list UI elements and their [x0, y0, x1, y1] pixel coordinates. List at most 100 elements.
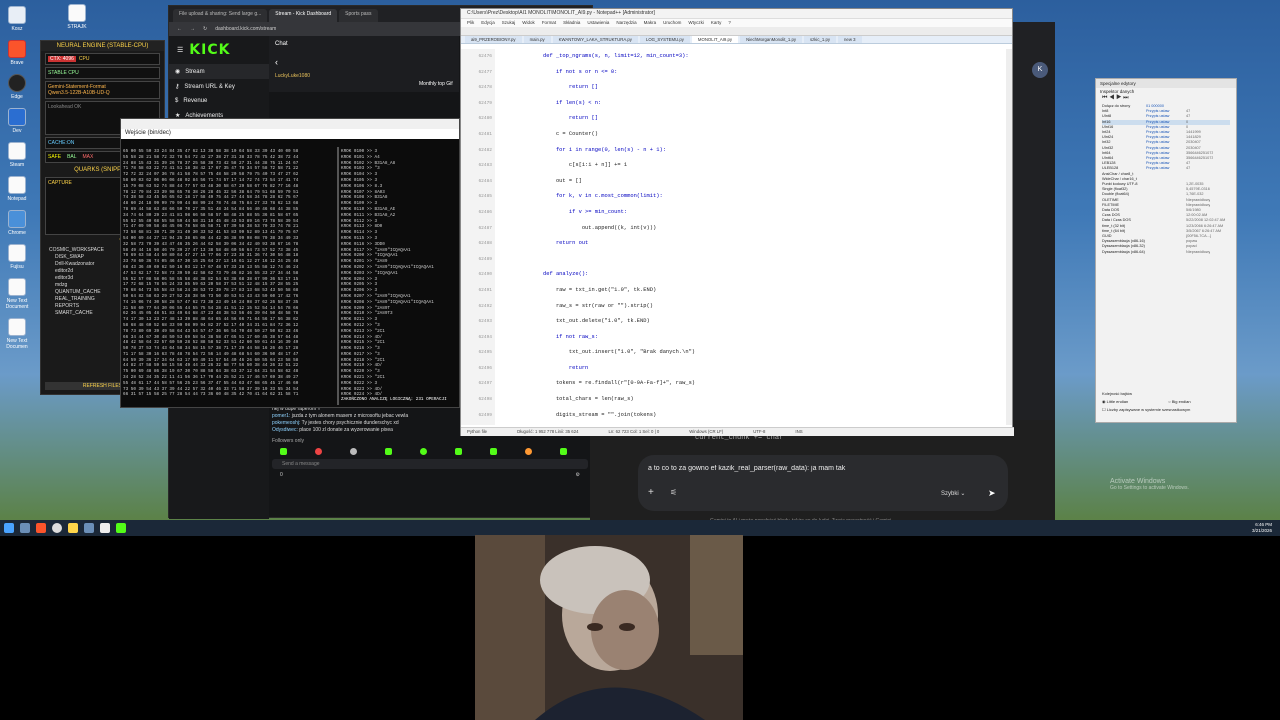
desktop-icon[interactable]: Fujisu	[2, 244, 32, 270]
start-icon[interactable]	[4, 523, 14, 533]
forward-icon[interactable]: →	[190, 26, 195, 32]
menu-item[interactable]: ?	[728, 20, 731, 26]
bal-toggle[interactable]: BAL	[67, 154, 76, 160]
code-line: raw_s = str(raw or "").strip()	[543, 302, 653, 309]
menu-item[interactable]: Format	[542, 20, 556, 26]
first-icon[interactable]: ⏮	[1102, 95, 1107, 101]
hex-input-area[interactable]: 65 00 55 50 33 24 84 35 47 62 13 38 58 3…	[123, 149, 335, 405]
big-endian-radio[interactable]: ○ Big endian	[1168, 399, 1190, 404]
emote-icon[interactable]	[560, 448, 567, 455]
desktop-icon[interactable]: New Text Document	[2, 278, 32, 310]
chat-count: 0	[280, 472, 283, 478]
taskbar-app-icon[interactable]	[20, 523, 30, 533]
menu-item[interactable]: Widok	[522, 20, 535, 26]
editor-tab[interactable]: ai9_PRZEROBIONY.py	[465, 36, 522, 43]
menu-item[interactable]: Narzędzia	[616, 20, 636, 26]
desktop-icon[interactable]: Chrome	[2, 210, 32, 236]
sidebar-item-stream-key[interactable]: ⚷ Stream URL & Key	[169, 79, 269, 94]
chat-input[interactable]: Send a message	[272, 459, 588, 469]
menu-item[interactable]: Uruchom	[663, 20, 681, 26]
plus-icon[interactable]: +	[648, 487, 654, 498]
gemini-input-text[interactable]: a to co to za gowno ef kazik_real_parser…	[648, 465, 998, 472]
analyzer-input-label: Wejście (bin/dec)	[121, 129, 459, 139]
dev-icon	[8, 108, 26, 126]
taskbar-app-icon[interactable]	[100, 523, 110, 533]
inspector-row[interactable]: Dyssasemblacja (x86-64) Nieprawidłowy	[1102, 250, 1230, 255]
code-area[interactable]: def _top_ngrams(s, n, limit=12, min_coun…	[543, 49, 998, 425]
max-toggle[interactable]: MAX	[83, 154, 94, 160]
emote-icon[interactable]	[525, 448, 532, 455]
desktop-icon[interactable]: Kosz	[2, 6, 32, 32]
desktop-icon[interactable]: STRAJK	[62, 4, 92, 30]
line-number: 62482	[478, 147, 492, 153]
ctx-badge[interactable]: CTX: 4096	[48, 56, 76, 62]
emote-icon[interactable]	[280, 448, 287, 455]
model-box[interactable]: Gemini-Statement-Format Qwen3.5-122B-A10…	[45, 81, 160, 99]
activate-subtitle: Go to Settings to activate Windows.	[1110, 485, 1189, 491]
safe-toggle[interactable]: SAFE	[48, 154, 61, 160]
send-icon[interactable]: ➤	[988, 488, 996, 499]
reload-icon[interactable]: ↻	[203, 26, 207, 32]
taskbar-app-icon[interactable]	[84, 523, 94, 533]
next-icon[interactable]: ▶	[1116, 95, 1121, 101]
prev-icon[interactable]: ◀	[1109, 95, 1114, 101]
chat-back-icon[interactable]: ‹	[275, 57, 453, 67]
taskbar-app-icon[interactable]	[116, 523, 126, 533]
desktop-icon[interactable]: New Text Documen	[2, 318, 32, 350]
desktop-icon[interactable]: Dev	[2, 108, 32, 134]
emote-icon[interactable]	[420, 448, 427, 455]
menu-item[interactable]: Ustawienia	[587, 20, 609, 26]
menu-item[interactable]: Wtyczki	[688, 20, 704, 26]
desktop-icon[interactable]: Edge	[2, 74, 32, 100]
emote-icon[interactable]	[315, 448, 322, 455]
menu-item[interactable]: Plik	[467, 20, 474, 26]
mode-selector[interactable]: Szybki ⌄	[941, 490, 965, 497]
taskbar-app-icon[interactable]	[36, 523, 46, 533]
line-number: 62498	[478, 397, 492, 403]
clock[interactable]: 6:46 PM 3/21/2026	[1252, 522, 1272, 534]
browser-tab[interactable]: Sports pass	[339, 9, 378, 22]
emote-icon[interactable]	[385, 448, 392, 455]
desktop-icon[interactable]: Brave	[2, 40, 32, 66]
editor-tab[interactable]: new 3	[838, 36, 862, 43]
sidebar-item-revenue[interactable]: $ Revenue	[169, 94, 269, 108]
taskbar-app-icon[interactable]	[68, 523, 78, 533]
editor-tab[interactable]: main.py	[523, 36, 551, 43]
sidebar-item-stream[interactable]: ◉ Stream	[169, 64, 269, 79]
desktop-icon[interactable]: Notepad	[2, 176, 32, 202]
settings-icon[interactable]: ⚙	[576, 472, 580, 478]
editor-toolbar[interactable]	[461, 27, 1012, 36]
emote-icon[interactable]	[455, 448, 462, 455]
menu-item[interactable]: Makra	[644, 20, 657, 26]
little-endian-radio[interactable]: ◉ Little endian	[1102, 399, 1128, 404]
code-line: def analyze():	[543, 271, 589, 278]
avatar[interactable]: K	[1032, 62, 1048, 78]
browser-tab-active[interactable]: Stream - Kick Dashboard	[269, 9, 338, 22]
menu-item[interactable]: Edycja	[481, 20, 495, 26]
tools-icon[interactable]: ⚟	[670, 488, 677, 497]
gemini-input-box[interactable]: a to co to za gowno ef kazik_real_parser…	[638, 455, 1008, 511]
emote-icon[interactable]	[350, 448, 357, 455]
editor-tab-active[interactable]: MONOLIT_AI9.py	[691, 36, 739, 43]
scrollbar[interactable]	[1006, 49, 1012, 425]
menu-item[interactable]: Składnia	[563, 20, 580, 26]
editor-tab[interactable]: KWANTOWY_LAKA_STRUKTURA.py	[552, 36, 638, 43]
line-number: 62477	[478, 69, 492, 75]
editor-tab[interactable]: NiechMorganMonolit_1.py	[740, 36, 802, 43]
menu-item[interactable]: Szukaj	[502, 20, 516, 26]
emote-icon[interactable]	[490, 448, 497, 455]
editor-tab[interactable]: LOG_SYSTEMU.py	[639, 36, 690, 43]
hex-checkbox[interactable]: ☐ Liczby zapisywane w systemie szesnastk…	[1102, 407, 1191, 412]
menu-icon[interactable]: ☰	[177, 46, 183, 54]
desktop-icon[interactable]: Steam	[2, 142, 32, 168]
url-text[interactable]: dashboard.kick.com/stream	[215, 26, 276, 32]
editor-tab[interactable]: szkic_1.py	[803, 36, 837, 43]
kick-logo[interactable]: KICK	[189, 42, 230, 58]
chat-user[interactable]: LuckyLuke1080	[275, 73, 453, 79]
menu-item[interactable]: Karty	[711, 20, 722, 26]
browser-tab[interactable]: File upload & sharing: Send large g...	[173, 9, 268, 22]
back-icon[interactable]: ←	[177, 26, 182, 32]
last-icon[interactable]: ⏭	[1123, 95, 1128, 101]
taskbar-app-icon[interactable]	[52, 523, 62, 533]
file-icon	[8, 278, 26, 296]
